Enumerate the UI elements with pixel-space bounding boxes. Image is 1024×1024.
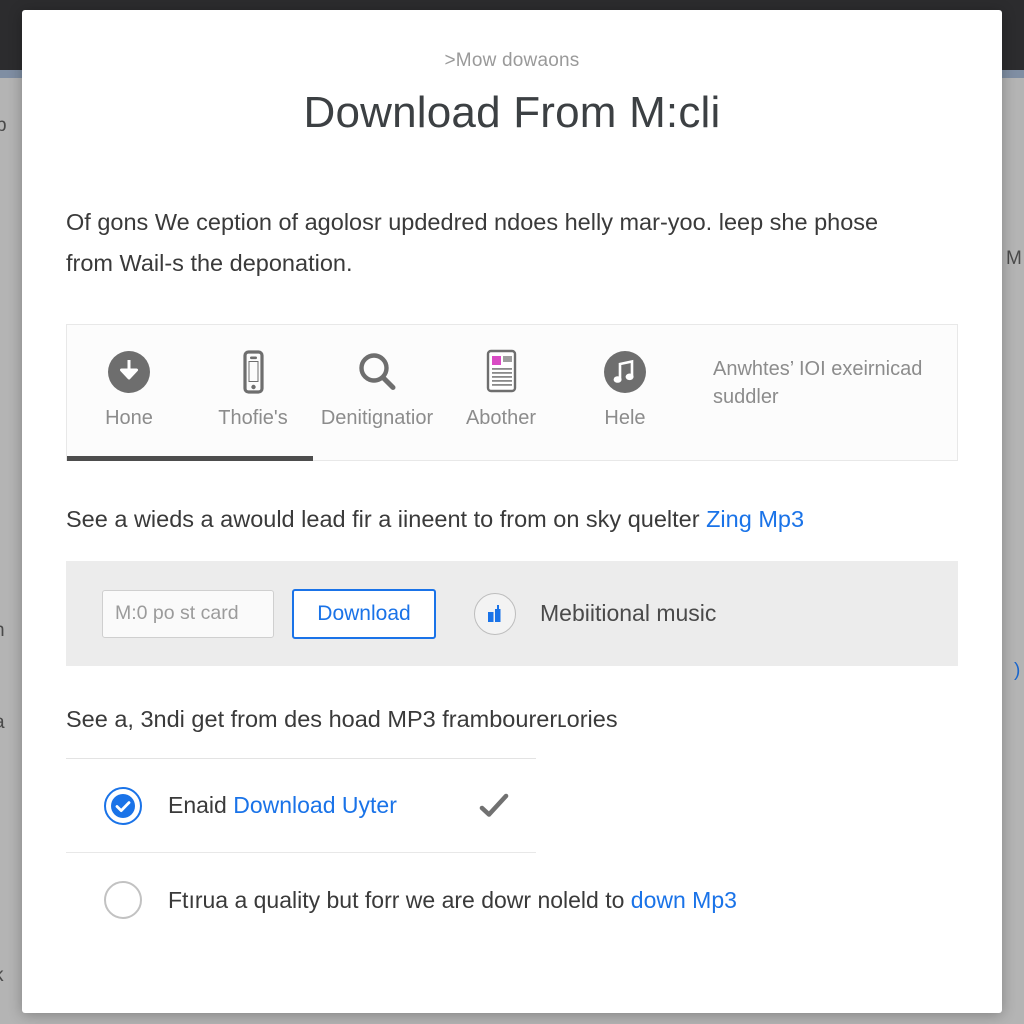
tab-abother[interactable]: Abother xyxy=(439,325,563,430)
lead-paragraph: See a wieds a awould lead fir a iineent … xyxy=(66,501,958,537)
url-input[interactable] xyxy=(102,589,274,638)
chart-bars-icon xyxy=(474,592,516,635)
tab-thofies[interactable]: Thofie's xyxy=(191,325,315,430)
background-text-fragment: k xyxy=(0,965,4,987)
background-text-fragment: a xyxy=(0,712,5,734)
music-note-circle-icon xyxy=(603,345,647,399)
tab-label: Denitignatior xyxy=(320,407,434,429)
radio-selected-icon[interactable] xyxy=(104,786,142,825)
tab-denitignatior[interactable]: Denitignatior xyxy=(315,325,439,430)
background-text-fragment: M xyxy=(1006,248,1022,269)
screen: b M n a k ) >Mow dowaons Download From M… xyxy=(0,0,1024,1024)
tab-label: Thofie's xyxy=(218,407,288,429)
download-uyter-link[interactable]: Download Uyter xyxy=(233,792,397,818)
option-row[interactable]: Ftırua a quality but forr we are dowr no… xyxy=(66,853,737,947)
tab-strip-note: Anwhtes’ IOI exeirnicad suddler xyxy=(713,358,923,408)
tab-label: Hele xyxy=(604,407,646,429)
check-icon xyxy=(479,793,509,819)
option-text: Ftırua a quality but forr we are dowr no… xyxy=(168,886,631,913)
phone-icon xyxy=(231,345,275,399)
download-circle-icon xyxy=(107,345,151,399)
document-icon xyxy=(478,345,524,399)
down-mp3-link[interactable]: down Mp3 xyxy=(631,887,737,913)
options-list: Enaid Download Uyter Ftırua a quality bu… xyxy=(66,758,737,947)
tab-strip: Hone Thofie's Denitignatior Abother Hele… xyxy=(66,324,958,461)
lead-text: See a wieds a awould lead fir a iineent … xyxy=(66,506,707,532)
tab-label: Hone xyxy=(105,407,153,429)
section-note: See a, 3ndi get from des hoad MP3 frambo… xyxy=(66,706,618,732)
zing-mp3-link[interactable]: Zing Mp3 xyxy=(706,506,804,532)
background-text-fragment: n xyxy=(0,620,5,642)
tab-label: Abother xyxy=(465,407,537,429)
option-row[interactable]: Enaid Download Uyter xyxy=(66,759,536,853)
option-label: Ftırua a quality but forr we are dowr no… xyxy=(168,887,737,914)
radio-unselected-icon[interactable] xyxy=(104,881,142,919)
active-tab-underline xyxy=(67,456,313,461)
intro-paragraph: Of gons We ception of agolosr updedred n… xyxy=(66,209,879,276)
search-icon xyxy=(354,345,400,399)
download-bar: Download Mebiitional music xyxy=(66,561,958,666)
option-label: Enaid Download Uyter xyxy=(168,792,397,819)
quality-badge-label: Mebiitional music xyxy=(540,600,717,626)
option-text: Enaid xyxy=(168,792,234,818)
download-button[interactable]: Download xyxy=(292,588,436,639)
modal-eyebrow: >Mow dowaons xyxy=(444,50,580,71)
page-title: Download From M:cli xyxy=(303,88,721,137)
download-modal: >Mow dowaons Download From M:cli Of gons… xyxy=(22,10,1002,1013)
tab-hele[interactable]: Hele xyxy=(563,325,687,430)
tab-hone[interactable]: Hone xyxy=(67,325,191,430)
background-text-fragment: b xyxy=(0,115,7,136)
quality-badge[interactable]: Mebiitional music xyxy=(474,592,717,635)
background-text-fragment: ) xyxy=(1014,660,1021,681)
